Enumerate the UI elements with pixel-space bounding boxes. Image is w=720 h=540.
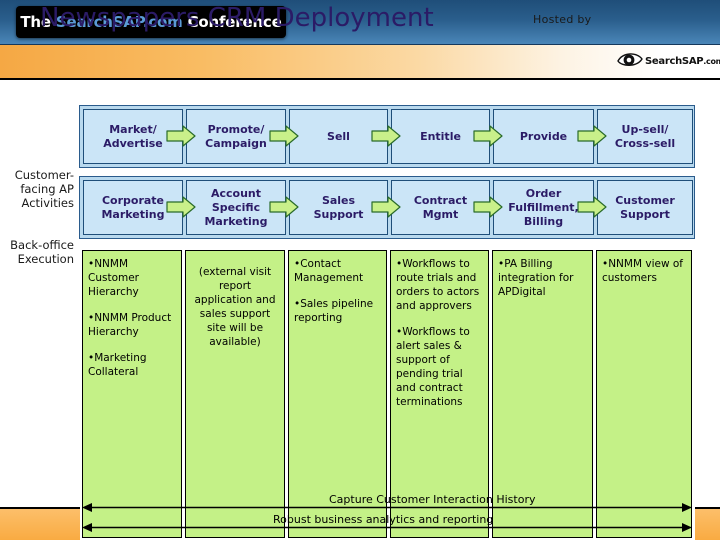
back-office-cell-label: Account Specific Marketing bbox=[204, 186, 268, 228]
customer-facing-cell-label: Market/Advertise bbox=[103, 122, 163, 150]
sponsor-logo-name: SearchSAP bbox=[645, 55, 704, 67]
customer-facing-cell-label: Up-sell/Cross-sell bbox=[614, 122, 676, 150]
customer-facing-cell-6[interactable]: Up-sell/Cross-sell bbox=[597, 109, 693, 164]
detail-item: •PA Billing integration for APDigital bbox=[498, 258, 574, 298]
detail-column-2[interactable]: (external visit report application and s… bbox=[185, 250, 285, 538]
row-label-line: Customer- bbox=[14, 168, 74, 182]
back-office-cell-label: Corporate Marketing bbox=[101, 193, 165, 221]
sponsor-logo: SearchSAP.com bbox=[617, 50, 720, 72]
back-office-cell-label: Contract Mgmt bbox=[413, 193, 468, 221]
back-office-cell-label: Sales Support bbox=[313, 193, 364, 221]
customer-facing-flow-arrow-5 bbox=[577, 125, 607, 147]
detail-item: •Marketing Collateral bbox=[88, 352, 147, 378]
back-office-flow-arrow-3 bbox=[371, 196, 401, 218]
sponsor-logo-wordmark: SearchSAP.com bbox=[645, 56, 720, 67]
hosted-by-label: Hosted by bbox=[533, 13, 592, 26]
row-label-customer-facing: Customer- facing AP Activities bbox=[0, 168, 74, 210]
row-label-line: Back-office bbox=[10, 238, 74, 252]
back-office-flow-arrow-2 bbox=[269, 196, 299, 218]
detail-item: •Workflows to alert sales & support of p… bbox=[396, 326, 470, 408]
footer-strip-right bbox=[695, 507, 720, 540]
back-office-cell-label: Order Fulfillment, Billing bbox=[508, 186, 579, 228]
process-diagram: Customer- facing AP Activities Back-offi… bbox=[0, 80, 720, 540]
customer-facing-flow-arrow-1 bbox=[166, 125, 196, 147]
detail-item: (external visit report application and s… bbox=[194, 266, 276, 348]
detail-column-1[interactable]: •NNMM Customer Hierarchy •NNMM Product Hi… bbox=[82, 250, 182, 538]
customer-facing-flow-arrow-3 bbox=[371, 125, 401, 147]
customer-facing-cell-label: Promote/Campaign bbox=[205, 122, 267, 150]
customer-facing-flow-arrow-4 bbox=[473, 125, 503, 147]
capture-history-label: Capture Customer Interaction History bbox=[329, 493, 536, 506]
customer-facing-cell-label: Entitle bbox=[420, 129, 461, 143]
detail-column-6[interactable]: •NNMM view of customers bbox=[596, 250, 692, 538]
detail-item: •Workflows to route trials and orders to… bbox=[396, 258, 480, 312]
page-title: Newspapers CRM Deployment bbox=[40, 3, 434, 33]
row-label-line: facing AP bbox=[20, 182, 74, 196]
detail-item: •NNMM view of customers bbox=[602, 258, 683, 284]
row-label-back-office: Back-office Execution bbox=[0, 238, 74, 266]
title-bar bbox=[0, 44, 720, 80]
row-label-line: Execution bbox=[17, 252, 74, 266]
customer-facing-cell-label: Sell bbox=[327, 129, 350, 143]
detail-item: •NNMM Customer Hierarchy bbox=[88, 258, 140, 298]
detail-item: •Sales pipeline reporting bbox=[294, 298, 374, 324]
detail-item: •NNMM Product Hierarchy bbox=[88, 312, 172, 338]
customer-facing-cell-label: Provide bbox=[519, 129, 568, 143]
eye-logo-icon bbox=[617, 50, 643, 72]
detail-item: •Contact Management bbox=[294, 258, 364, 284]
back-office-flow-arrow-4 bbox=[473, 196, 503, 218]
footer-strip-left bbox=[0, 507, 80, 540]
row-label-line: Activities bbox=[21, 196, 74, 210]
back-office-flow-arrow-1 bbox=[166, 196, 196, 218]
customer-facing-flow-arrow-2 bbox=[269, 125, 299, 147]
back-office-cell-6[interactable]: Customer Support bbox=[597, 180, 693, 235]
back-office-cell-label: Customer Support bbox=[615, 193, 675, 221]
sponsor-logo-tld: .com bbox=[703, 56, 720, 66]
back-office-flow-arrow-5 bbox=[577, 196, 607, 218]
analytics-reporting-label: Robust business analytics and reporting bbox=[273, 513, 494, 526]
